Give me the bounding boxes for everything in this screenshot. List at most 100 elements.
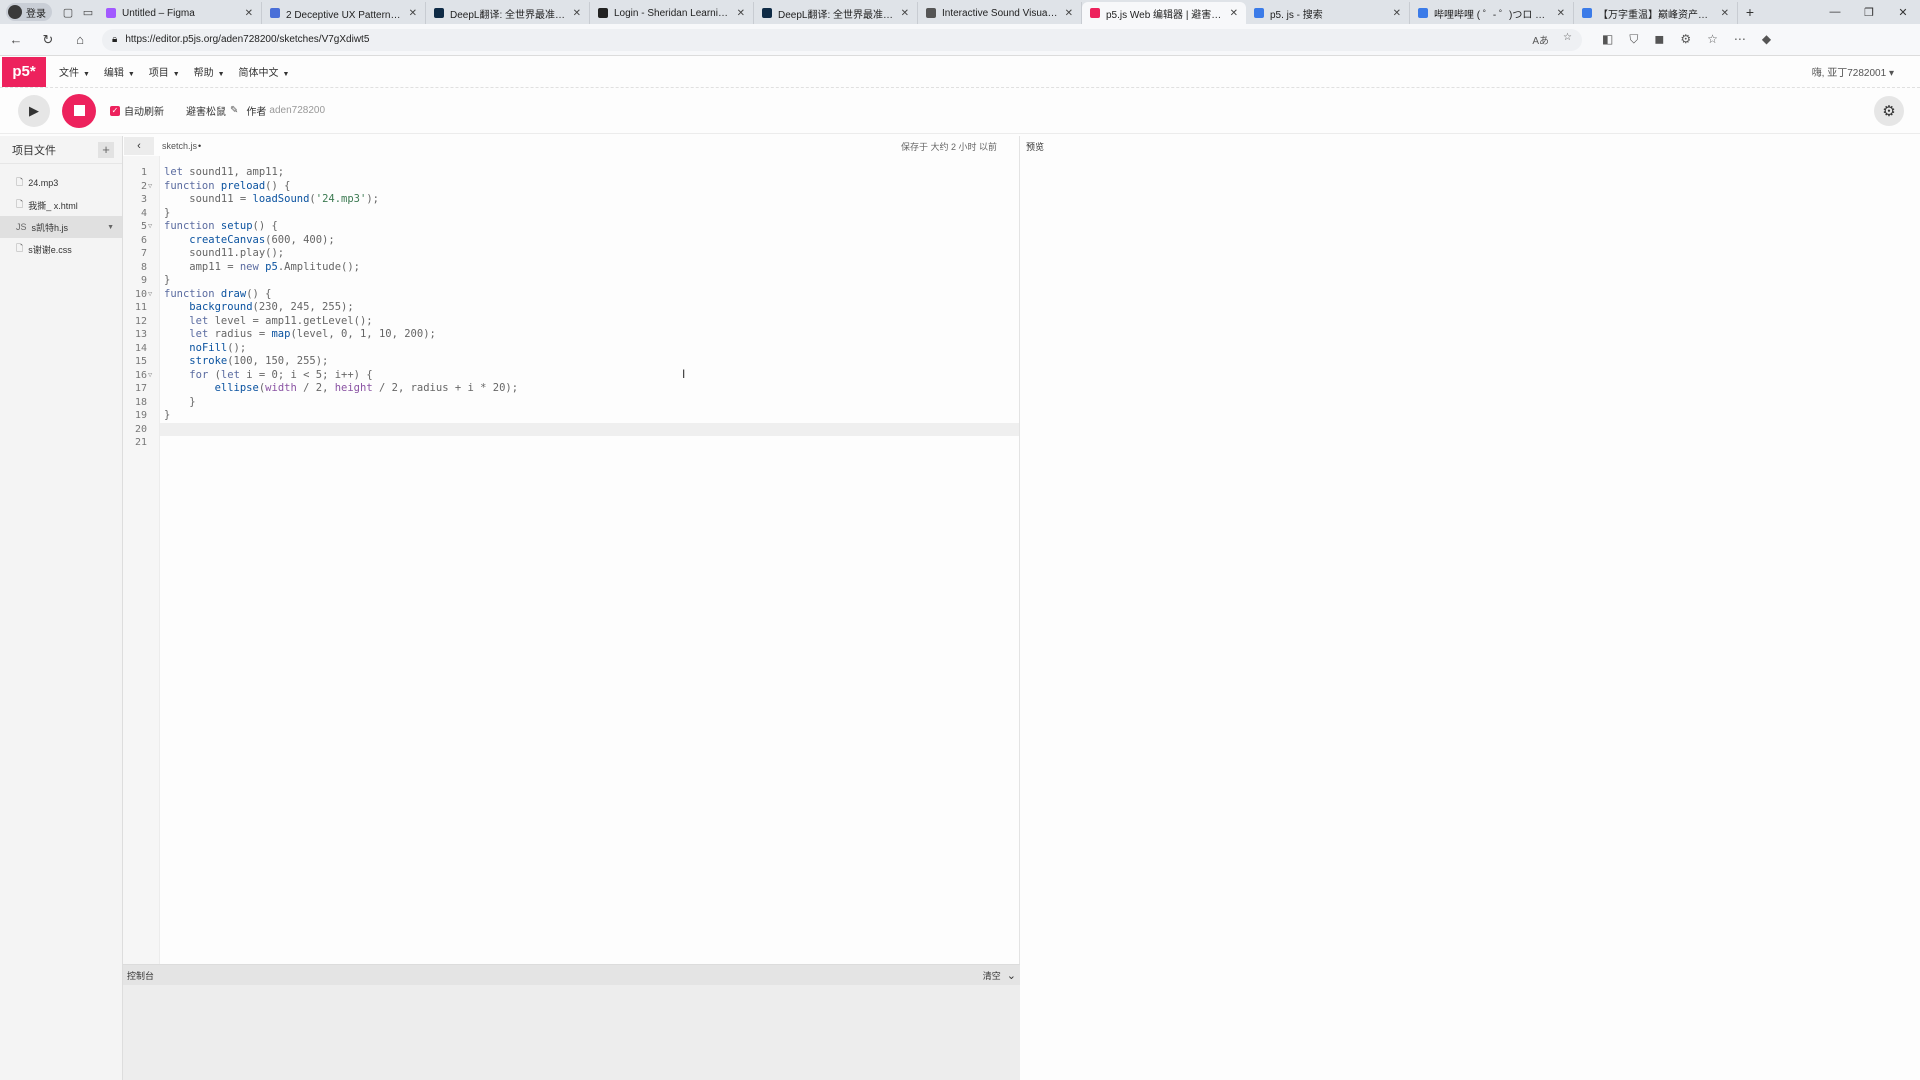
code-text: stroke(100, 150, 255); (189, 355, 329, 367)
collapse-sidebar-button[interactable]: ‹ (124, 137, 154, 155)
settings-button[interactable]: ⚙ (1874, 96, 1904, 126)
menu-item[interactable]: 简体中文 ▼ (232, 64, 297, 79)
restore-icon[interactable]: ❐ (1852, 6, 1886, 19)
code-line[interactable]: 9} (141, 274, 1019, 288)
auto-refresh-toggle[interactable]: ✓ 自动刷新 (110, 103, 164, 118)
chevron-down-icon[interactable]: ⌄ (1007, 969, 1016, 982)
code-line[interactable]: 16 ▽ for (let i = 0; i < 5; i++) { (135, 369, 1019, 383)
code-line[interactable]: 19} (135, 409, 1019, 423)
workspaces-icon[interactable]: ▢ (58, 2, 78, 22)
new-tab-button[interactable]: + (1738, 4, 1762, 20)
play-button[interactable]: ▶ (18, 94, 50, 127)
close-tab-icon[interactable]: ✕ (1393, 8, 1401, 19)
translate-extension-icon[interactable]: ◧ (1602, 32, 1613, 47)
profile-button[interactable]: 登录 (6, 3, 52, 21)
code-line[interactable]: 5 ▽ function setup() { (141, 220, 1019, 234)
line-number: 3 (140, 194, 147, 205)
file-item[interactable]: 🗋︎ 我撕_ x.html (0, 194, 122, 216)
close-tab-icon[interactable]: ✕ (409, 8, 417, 19)
browser-tab[interactable]: DeepL翻译: 全世界最准确的 ✕ (426, 2, 590, 24)
code-line[interactable]: 4} (141, 207, 1019, 221)
menu-item[interactable]: 项目 ▼ (142, 64, 187, 79)
sidebar-title: 项目文件 (12, 144, 56, 157)
favorites-icon[interactable]: ☆ (1707, 32, 1718, 47)
caret-down-icon: ▼ (125, 71, 135, 78)
code-area[interactable]: 1 let sound11, amp11; 2 ▽ function preload()… (135, 156, 1019, 1020)
browser-tab[interactable]: DeepL翻译: 全世界最准确的 ✕ (754, 2, 918, 24)
author-link[interactable]: aden728200 (269, 105, 325, 116)
code-line[interactable]: 20 (135, 422, 1019, 436)
browser-tab[interactable]: 2 Deceptive UX Patterns-演示 ✕ (262, 2, 426, 24)
fold-arrow-icon[interactable]: ▽ (148, 220, 152, 234)
code-line[interactable]: 21 (135, 436, 1019, 450)
favorite-star-icon[interactable]: ☆ (1563, 32, 1572, 47)
auto-refresh-label: 自动刷新 (124, 107, 164, 118)
url-input[interactable]: 🔒︎ https://editor.p5js.org/aden728200/sk… (102, 28, 1582, 51)
code-line[interactable]: 10 ▽ function draw() { (135, 288, 1019, 302)
file-options-icon[interactable]: ▼ (107, 224, 114, 231)
line-number: 18 (134, 396, 147, 408)
shield-extension-icon[interactable]: ⛉ (1629, 32, 1638, 47)
home-icon[interactable]: ⌂ (64, 26, 96, 54)
browser-tab[interactable]: 【万字重温】巅峰资产支撑所 ✕ (1574, 2, 1738, 24)
read-aloud-icon[interactable]: Aあ (1532, 32, 1549, 47)
file-item[interactable]: 🗋︎ 24.mp3 (0, 172, 122, 194)
code-line[interactable]: 6 createCanvas(600, 400); (141, 234, 1019, 248)
more-menu-icon[interactable]: ⋯ (1734, 32, 1746, 47)
close-window-icon[interactable]: ✕ (1886, 6, 1920, 19)
file-item[interactable]: JS s凯特h.js ▼ (0, 216, 122, 238)
unsaved-indicator: • (198, 141, 202, 151)
code-line[interactable]: 13 let radius = map(level, 0, 1, 10, 200… (135, 328, 1019, 342)
code-line[interactable]: 2 ▽ function preload() { (141, 180, 1019, 194)
edit-name-icon[interactable]: ✎ (230, 105, 238, 116)
code-line[interactable]: 8 amp11 = new p5.Amplitude(); (141, 261, 1019, 275)
back-icon[interactable]: ← (0, 26, 32, 54)
browser-tab[interactable]: Login - Sheridan Learning an ✕ (590, 2, 754, 24)
p5-logo[interactable]: p5* (2, 56, 46, 87)
browser-tab[interactable]: Interactive Sound Visualizati ✕ (918, 2, 1082, 24)
stop-button[interactable] (62, 93, 96, 128)
close-tab-icon[interactable]: ✕ (1721, 8, 1729, 19)
tab-actions-icon[interactable]: ▭ (78, 2, 98, 22)
copilot-icon[interactable]: ◆ (1762, 32, 1771, 47)
console-clear-button[interactable]: 清空 (983, 969, 1001, 982)
menu-item[interactable]: 文件 ▼ (52, 64, 97, 79)
code-line[interactable]: 1 let sound11, amp11; (141, 166, 1019, 180)
close-tab-icon[interactable]: ✕ (1557, 8, 1565, 19)
code-line[interactable]: 12 let level = amp11.getLevel(); (135, 315, 1019, 329)
close-tab-icon[interactable]: ✕ (1065, 8, 1073, 19)
code-text: noFill(); (189, 341, 247, 354)
file-item[interactable]: 🗋︎ s谢谢e.css (0, 238, 122, 260)
add-file-button[interactable]: + (98, 141, 114, 158)
browser-tab[interactable]: Untitled – Figma ✕ (98, 2, 262, 24)
fold-arrow-icon[interactable]: ▽ (148, 180, 152, 194)
refresh-icon[interactable]: ↻ (32, 26, 64, 54)
close-tab-icon[interactable]: ✕ (901, 8, 909, 19)
sketch-name[interactable]: 避害松鼠 (186, 103, 226, 118)
close-tab-icon[interactable]: ✕ (245, 8, 253, 19)
extensions-puzzle-icon[interactable]: ⚙ (1680, 32, 1691, 47)
editor-file-tab[interactable]: sketch.js (162, 141, 197, 151)
code-line[interactable]: 11 background(230, 245, 255); (135, 301, 1019, 315)
browser-tab[interactable]: 哔哩哔哩 ( ゜- ゜)つロ 干杯~- ✕ (1410, 2, 1574, 24)
fold-arrow-icon[interactable]: ▽ (148, 369, 152, 383)
menu-item[interactable]: 帮助 ▼ (187, 64, 232, 79)
code-line[interactable]: 7 sound11.play(); (141, 247, 1019, 261)
fold-arrow-icon[interactable]: ▽ (148, 288, 152, 302)
browser-tab[interactable]: p5. js - 搜索 ✕ (1246, 2, 1410, 24)
code-line[interactable]: 3 sound11 = loadSound('24.mp3'); (141, 193, 1019, 207)
browser-tab[interactable]: p5.js Web 编辑器 | 避害松鼠 ✕ (1082, 2, 1246, 24)
extension-icon[interactable]: ◼ (1654, 32, 1664, 47)
auto-refresh-checkbox[interactable]: ✓ (110, 105, 120, 116)
tab-title: 【万字重温】巅峰资产支撑所 (1598, 9, 1715, 21)
close-tab-icon[interactable]: ✕ (1230, 8, 1238, 19)
code-line[interactable]: 18 } (135, 396, 1019, 410)
code-line[interactable]: 15 stroke(100, 150, 255); (135, 355, 1019, 369)
user-menu[interactable]: 嗨, 亚丁7282001 ▾ (1812, 64, 1894, 79)
close-tab-icon[interactable]: ✕ (737, 8, 745, 19)
code-line[interactable]: 17 ellipse(width / 2, height / 2, radius… (135, 382, 1019, 396)
menu-item[interactable]: 编辑 ▼ (97, 64, 142, 79)
minimize-icon[interactable]: — (1818, 6, 1852, 19)
code-line[interactable]: 14 noFill(); (135, 341, 1019, 356)
close-tab-icon[interactable]: ✕ (573, 8, 581, 19)
